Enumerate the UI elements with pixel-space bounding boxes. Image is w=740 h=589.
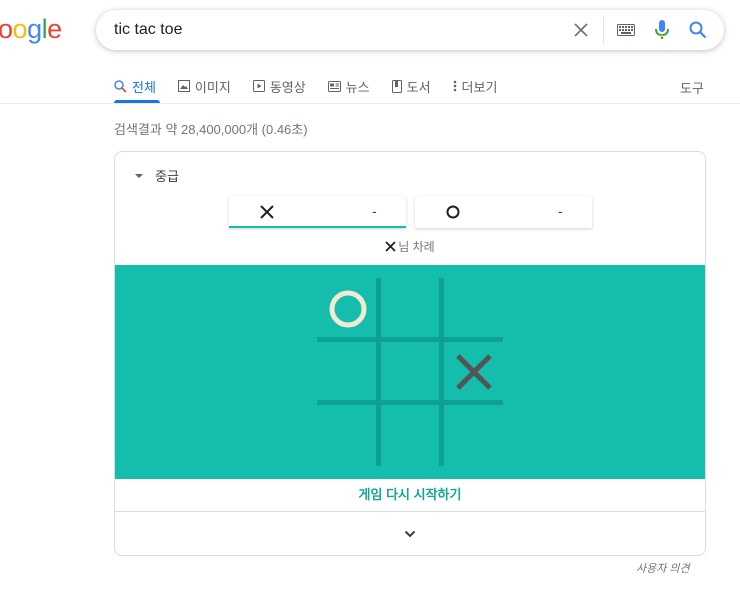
difficulty-dropdown[interactable]: 중급 bbox=[135, 166, 179, 185]
difficulty-label: 중급 bbox=[155, 169, 179, 184]
header-divider bbox=[0, 103, 740, 104]
tab-label: 더보기 bbox=[461, 79, 498, 95]
tab-label: 도서 bbox=[406, 79, 431, 95]
search-icon[interactable] bbox=[686, 18, 710, 42]
feedback-link[interactable]: 사용자 의견 bbox=[636, 560, 690, 576]
logo-letter: o bbox=[12, 14, 28, 44]
board-cell-4[interactable] bbox=[317, 341, 379, 403]
x-mark bbox=[456, 354, 492, 390]
result-stats: 검색결과 약 28,400,000개 (0.46초) bbox=[114, 122, 308, 137]
microphone-icon[interactable] bbox=[650, 18, 674, 42]
board-cell-2[interactable] bbox=[380, 278, 442, 340]
restart-game-button[interactable]: 게임 다시 시작하기 bbox=[115, 479, 705, 512]
tab-label: 이미지 bbox=[194, 79, 231, 95]
search-box[interactable] bbox=[96, 10, 724, 50]
close-icon[interactable] bbox=[569, 18, 593, 42]
video-icon bbox=[252, 80, 265, 92]
board-cell-9[interactable] bbox=[443, 404, 505, 466]
player-x-score[interactable]: - bbox=[229, 196, 406, 228]
search-input[interactable] bbox=[114, 10, 534, 50]
tab-label: 뉴스 bbox=[345, 79, 370, 95]
board-cell-6[interactable] bbox=[443, 341, 505, 403]
player-x-score-value: - bbox=[372, 203, 377, 219]
search-icon bbox=[114, 79, 127, 93]
logo-letter: g bbox=[27, 14, 42, 44]
board-cell-8[interactable] bbox=[380, 404, 442, 466]
player-o-score[interactable]: - bbox=[415, 196, 592, 228]
search-divider bbox=[603, 17, 604, 43]
tab-label: 동영상 bbox=[269, 79, 306, 95]
tictactoe-card: 중급 - - 님 차례 게임 다시 시작하기 bbox=[114, 151, 706, 556]
news-icon bbox=[327, 80, 341, 92]
tab-books[interactable]: 도서 bbox=[391, 74, 431, 98]
tab-images[interactable]: 이미지 bbox=[177, 74, 231, 98]
board-cell-5[interactable] bbox=[380, 341, 442, 403]
board-cell-7[interactable] bbox=[317, 404, 379, 466]
tab-news[interactable]: 뉴스 bbox=[327, 74, 370, 98]
game-board-area bbox=[115, 265, 705, 479]
turn-indicator: 님 차례 bbox=[115, 238, 705, 255]
logo-letter: e bbox=[47, 14, 62, 44]
player-o-score-value: - bbox=[558, 203, 563, 219]
tools-button[interactable]: 도구 bbox=[680, 78, 704, 97]
keyboard-icon[interactable] bbox=[614, 18, 638, 42]
more-vert-icon bbox=[453, 80, 456, 92]
tab-more[interactable]: 더보기 bbox=[453, 74, 498, 98]
caret-down-icon bbox=[135, 173, 143, 178]
x-mark-icon bbox=[385, 241, 396, 252]
board-cell-1[interactable] bbox=[317, 278, 379, 340]
chevron-down-icon bbox=[404, 530, 416, 538]
logo-letter: o bbox=[0, 14, 13, 44]
image-icon bbox=[177, 80, 190, 92]
turn-text: 님 차례 bbox=[398, 240, 435, 254]
tab-all[interactable]: 전체 bbox=[114, 74, 156, 98]
o-mark-icon bbox=[446, 205, 460, 219]
book-icon bbox=[391, 79, 402, 93]
tab-videos[interactable]: 동영상 bbox=[252, 74, 306, 98]
tab-label: 전체 bbox=[132, 79, 156, 95]
o-mark bbox=[329, 290, 367, 328]
search-tabs: 전체 이미지 동영상 뉴스 도서 더보기 bbox=[114, 74, 519, 98]
game-board bbox=[317, 278, 503, 466]
google-logo[interactable]: oogle bbox=[0, 14, 62, 50]
board-cell-3[interactable] bbox=[443, 278, 505, 340]
expand-button[interactable] bbox=[115, 512, 705, 555]
x-mark-icon bbox=[260, 205, 274, 219]
